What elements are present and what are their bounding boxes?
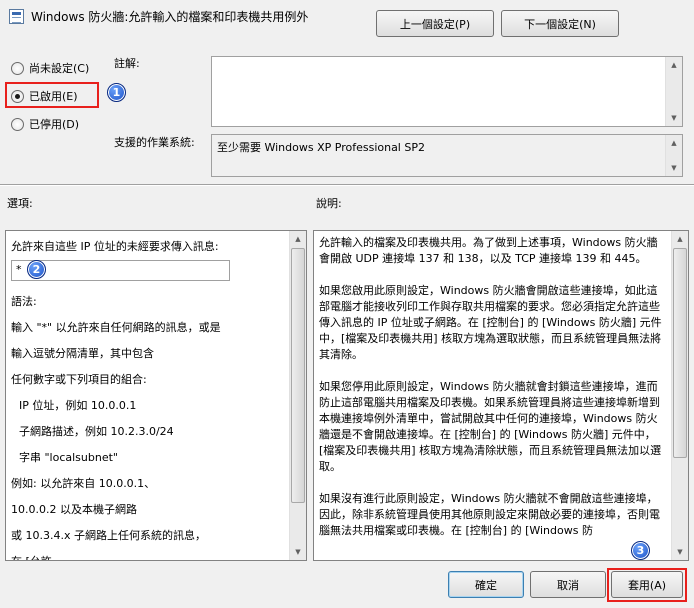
step-badge-3: 3 — [631, 541, 650, 560]
step-badge-1: 1 — [107, 83, 126, 102]
scroll-thumb[interactable] — [291, 248, 305, 503]
options-line: 子網路描述，例如 10.2.3.0/24 — [19, 425, 174, 438]
ok-button[interactable]: 確定 — [448, 571, 524, 598]
supported-on-scrollbar[interactable]: ▲ ▼ — [665, 135, 682, 176]
radio-button[interactable] — [11, 117, 24, 131]
options-line: 語法: — [11, 295, 37, 308]
radio-button[interactable] — [11, 61, 24, 75]
supported-on-label: 支援的作業系統: — [114, 136, 195, 149]
radio-label: 尚未設定(C) — [29, 62, 90, 75]
help-label: 說明: — [316, 197, 342, 210]
scroll-up-icon[interactable]: ▲ — [672, 231, 688, 247]
radio-not-configured[interactable]: 尚未設定(C) — [11, 60, 89, 76]
options-line: 或 10.3.4.x 子網路上任何系統的訊息， — [11, 529, 206, 542]
help-scrollbar[interactable]: ▲ ▼ — [671, 231, 688, 560]
options-line: 例如: 以允許來自 10.0.0.1、 — [11, 477, 156, 490]
radio-label: 已停用(D) — [29, 118, 80, 131]
help-text: 允許輸入的檔案及印表機共用。為了做到上述事項，Windows 防火牆會開啟 UD… — [319, 235, 667, 555]
comment-text — [212, 57, 682, 63]
options-line: IP 位址，例如 10.0.0.1 — [19, 399, 137, 412]
scroll-up-icon[interactable]: ▲ — [290, 231, 306, 247]
options-line: 輸入逗號分隔清單，其中包含 — [11, 347, 154, 360]
comment-label: 註解: — [114, 57, 140, 70]
options-prompt: 允許來自這些 IP 位址的未經要求傳入訊息: — [11, 240, 219, 253]
help-paragraph: 允許輸入的檔案及印表機共用。為了做到上述事項，Windows 防火牆會開啟 UD… — [319, 236, 658, 265]
scroll-down-icon[interactable]: ▼ — [672, 544, 688, 560]
supported-on-field: 至少需要 Windows XP Professional SP2 ▲ ▼ — [211, 134, 683, 177]
radio-enabled[interactable]: 已啟用(E) — [11, 88, 78, 104]
options-line: 10.0.0.2 以及本機子網路 — [11, 503, 137, 516]
scroll-down-icon[interactable]: ▼ — [666, 160, 682, 176]
scroll-thumb[interactable] — [673, 248, 687, 458]
scroll-up-icon[interactable]: ▲ — [666, 57, 682, 73]
policy-setting-icon — [9, 9, 24, 24]
window-title: Windows 防火牆:允許輸入的檔案和印表機共用例外 — [31, 10, 309, 24]
supported-on-text: 至少需要 Windows XP Professional SP2 — [217, 141, 425, 154]
options-panel[interactable]: 允許來自這些 IP 位址的未經要求傳入訊息: * 2 語法: 輸入 "*" 以允… — [5, 230, 307, 561]
comment-scrollbar[interactable]: ▲ ▼ — [665, 57, 682, 126]
help-paragraph: 如果您停用此原則設定，Windows 防火牆就會封鎖這些連接埠，進而防止這部電腦… — [319, 380, 662, 473]
comment-field[interactable]: ▲ ▼ — [211, 56, 683, 127]
scroll-up-icon[interactable]: ▲ — [666, 135, 682, 151]
options-line: 輸入 "*" 以允許來自任何網路的訊息，或是 — [11, 321, 221, 334]
options-scrollbar[interactable]: ▲ ▼ — [289, 231, 306, 560]
prev-setting-button[interactable]: 上一個設定(P) — [376, 10, 494, 37]
radio-button[interactable] — [11, 89, 24, 103]
cancel-button[interactable]: 取消 — [530, 571, 606, 598]
radio-label: 已啟用(E) — [29, 90, 78, 103]
options-label: 選項: — [7, 197, 33, 210]
scroll-down-icon[interactable]: ▼ — [666, 110, 682, 126]
radio-disabled[interactable]: 已停用(D) — [11, 116, 79, 132]
help-paragraph: 如果沒有進行此原則設定，Windows 防火牆就不會開啟這些連接埠，因此，除非系… — [319, 492, 660, 537]
help-paragraph: 如果您啟用此原則設定，Windows 防火牆會開啟這些連接埠，如此這部電腦才能接… — [319, 284, 662, 361]
next-setting-button[interactable]: 下一個設定(N) — [501, 10, 619, 37]
options-line: 任何數字或下列項目的組合: — [11, 373, 147, 386]
options-line: 在 [允許 — [11, 553, 52, 560]
step-badge-2: 2 — [27, 260, 46, 279]
divider — [0, 184, 694, 186]
options-line: 字串 "localsubnet" — [19, 451, 118, 464]
scroll-down-icon[interactable]: ▼ — [290, 544, 306, 560]
apply-button[interactable]: 套用(A) — [611, 571, 683, 598]
help-panel[interactable]: 允許輸入的檔案及印表機共用。為了做到上述事項，Windows 防火牆會開啟 UD… — [313, 230, 689, 561]
